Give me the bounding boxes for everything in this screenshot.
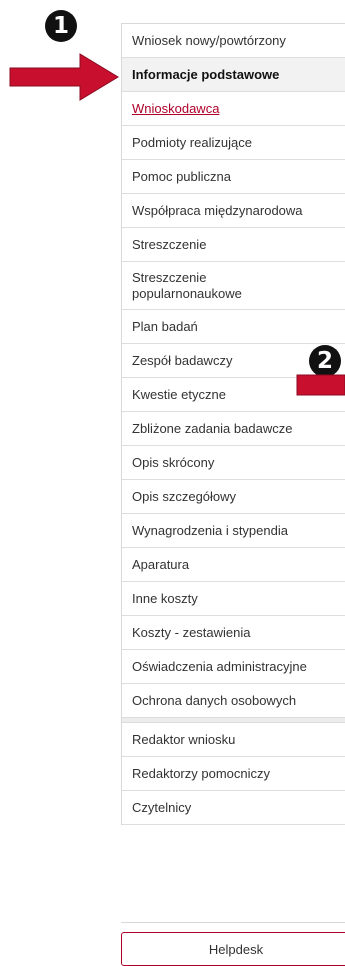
menu-item-wspolpraca-miedzynarodowa[interactable]: Współpraca międzynarodowa [122,194,345,228]
menu-item-streszczenie[interactable]: Streszczenie [122,228,345,262]
menu-item-koszty-zestawienia[interactable]: Koszty - zestawienia [122,616,345,650]
helpdesk-button[interactable]: Helpdesk [121,932,345,966]
menu-item-plan-badan[interactable]: Plan badań [122,310,345,344]
menu-item-redaktor-wniosku[interactable]: Redaktor wniosku [122,723,345,757]
menu-item-wniosek-nowy[interactable]: Wniosek nowy/powtórzony [122,24,345,58]
step-badge-1: 1 [45,10,77,42]
menu-item-opis-szczegolowy[interactable]: Opis szczegółowy [122,480,345,514]
menu-item-ochrona-danych[interactable]: Ochrona danych osobowych [122,684,345,718]
red-arrow-partial-icon [296,374,345,396]
menu-item-oswiadczenia[interactable]: Oświadczenia administracyjne [122,650,345,684]
menu-item-opis-skrocony[interactable]: Opis skrócony [122,446,345,480]
menu-item-pomoc-publiczna[interactable]: Pomoc publiczna [122,160,345,194]
menu-item-inne-koszty[interactable]: Inne koszty [122,582,345,616]
menu-item-aparatura[interactable]: Aparatura [122,548,345,582]
menu-item-informacje-podstawowe[interactable]: Informacje podstawowe [122,58,345,92]
menu-bottom-divider [121,922,345,923]
menu-item-zblizone-zadania[interactable]: Zbliżone zadania badawcze [122,412,345,446]
red-arrow-right-icon [9,53,119,101]
menu-item-podmioty-realizujace[interactable]: Podmioty realizujące [122,126,345,160]
application-section-menu: Wniosek nowy/powtórzony Informacje podst… [121,23,345,825]
menu-item-czytelnicy[interactable]: Czytelnicy [122,791,345,825]
menu-item-wynagrodzenia[interactable]: Wynagrodzenia i stypendia [122,514,345,548]
menu-item-redaktorzy-pomocniczy[interactable]: Redaktorzy pomocniczy [122,757,345,791]
menu-item-wnioskodawca[interactable]: Wnioskodawca [122,92,345,126]
menu-item-streszczenie-popularnonaukowe[interactable]: Streszczenie popularnonaukowe [122,262,345,310]
